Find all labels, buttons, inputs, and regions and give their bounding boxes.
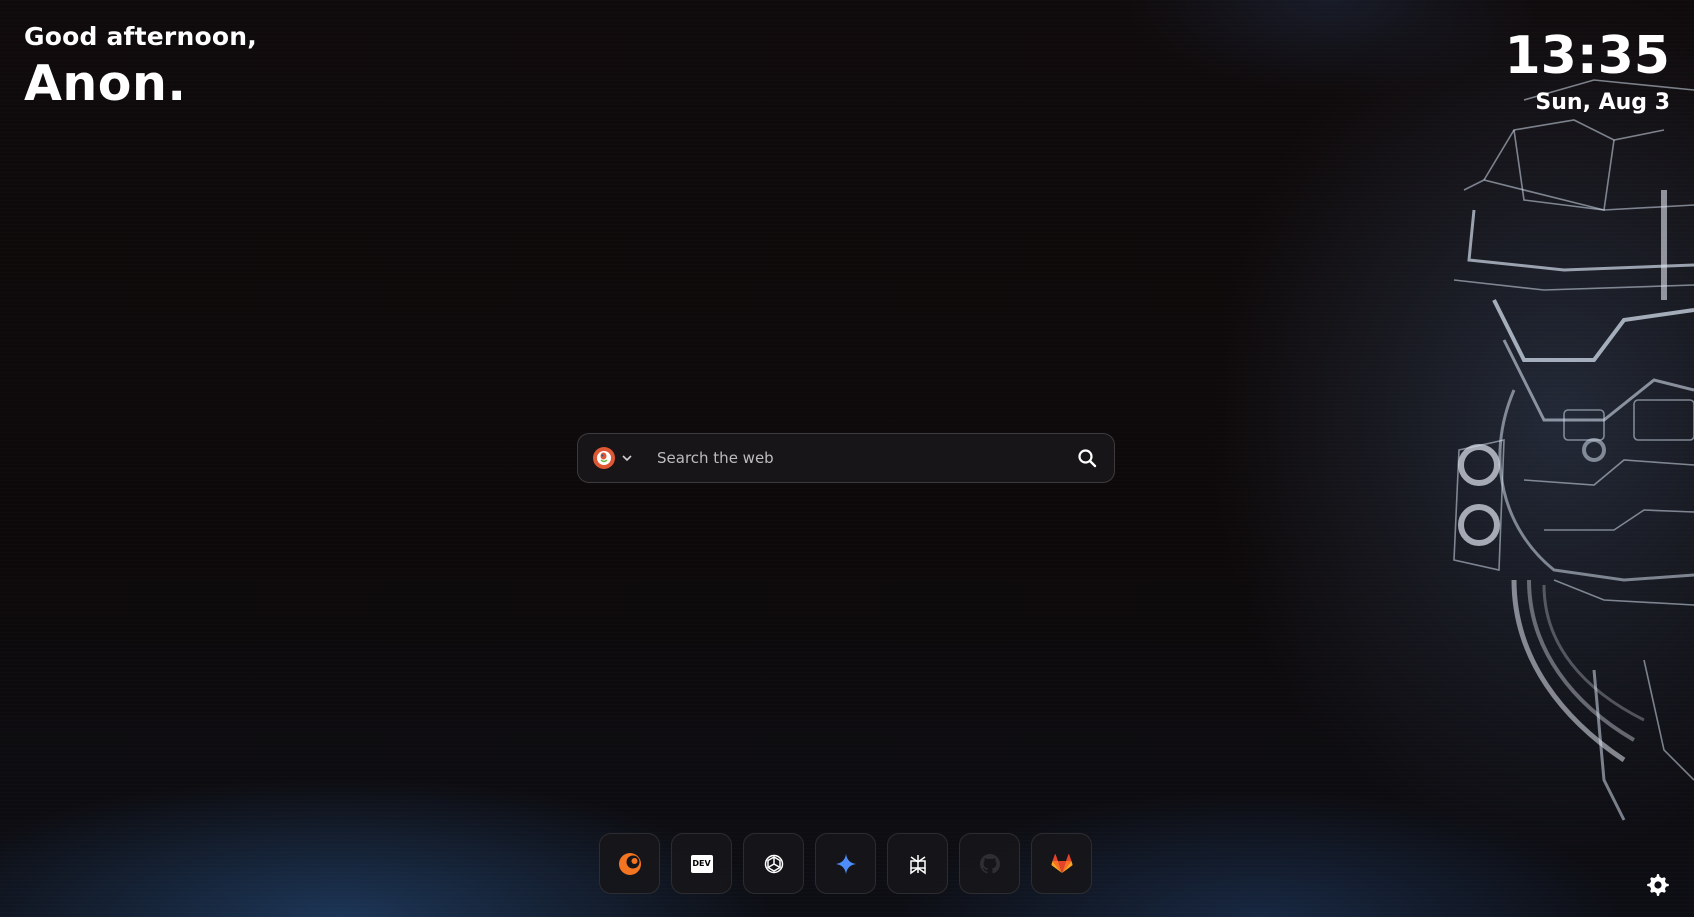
greeting-salutation: Good afternoon, (24, 22, 257, 51)
shortcut-dock: DEV (599, 833, 1092, 894)
gear-icon (1647, 874, 1669, 896)
shortcut-chatgpt[interactable] (743, 833, 804, 894)
search-input[interactable] (655, 448, 1074, 468)
search-engine-selector[interactable] (593, 447, 633, 469)
clock-widget: 13:35 Sun, Aug 3 (1504, 26, 1670, 115)
perplexity-icon (909, 854, 926, 874)
wireframe-robot-illustration (1453, 79, 1694, 821)
chevron-down-icon (621, 452, 633, 464)
crunchyroll-icon (618, 852, 641, 875)
clock-time: 13:35 (1504, 26, 1670, 86)
greeting: Good afternoon, Anon. (24, 22, 257, 112)
settings-button[interactable] (1644, 871, 1672, 899)
shortcut-crunchyroll[interactable] (599, 833, 660, 894)
shortcut-github[interactable] (959, 833, 1020, 894)
shortcut-dev[interactable]: DEV (671, 833, 732, 894)
dev-icon: DEV (690, 854, 713, 873)
github-icon (979, 853, 1000, 873)
duckduckgo-icon (593, 447, 615, 469)
search-bar (577, 433, 1115, 483)
search-button[interactable] (1074, 445, 1100, 471)
shortcut-perplexity[interactable] (887, 833, 948, 894)
search-icon (1078, 449, 1097, 468)
gemini-sparkle-icon (835, 853, 856, 874)
gitlab-icon (1050, 853, 1073, 873)
clock-date: Sun, Aug 3 (1535, 90, 1670, 115)
greeting-username: Anon. (24, 55, 187, 112)
openai-icon (764, 854, 783, 873)
new-tab-page: Good afternoon, Anon. 13:35 Sun, Aug 3 S… (0, 0, 1694, 917)
dev-icon-label: DEV (692, 859, 711, 868)
shortcut-gitlab[interactable] (1031, 833, 1092, 894)
shortcut-gemini[interactable] (815, 833, 876, 894)
